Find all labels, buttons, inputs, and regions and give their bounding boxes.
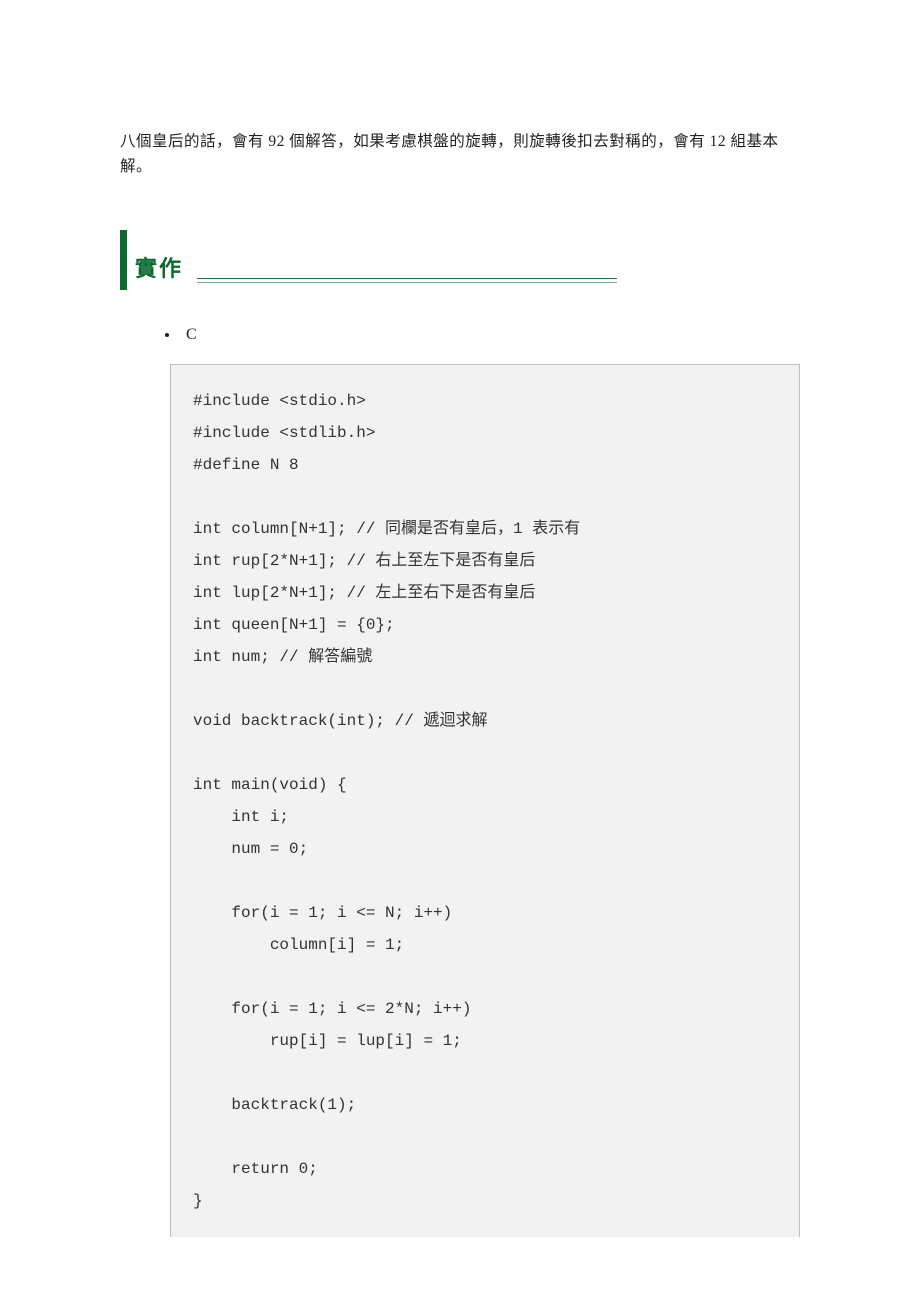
language-list: C: [180, 326, 800, 344]
code-block: #include <stdio.h> #include <stdlib.h> #…: [170, 364, 800, 1237]
language-label: C: [186, 326, 197, 343]
section-accent-bar: [120, 230, 127, 290]
document-page: 八個皇后的話，會有 92 個解答，如果考慮棋盤的旋轉，則旋轉後扣去對稱的，會有 …: [0, 0, 920, 1297]
section-underline: [197, 278, 617, 283]
section-header: 實作: [120, 230, 800, 290]
intro-paragraph: 八個皇后的話，會有 92 個解答，如果考慮棋盤的旋轉，則旋轉後扣去對稱的，會有 …: [120, 130, 800, 180]
list-item: C: [180, 326, 800, 344]
section-title: 實作: [135, 251, 197, 290]
